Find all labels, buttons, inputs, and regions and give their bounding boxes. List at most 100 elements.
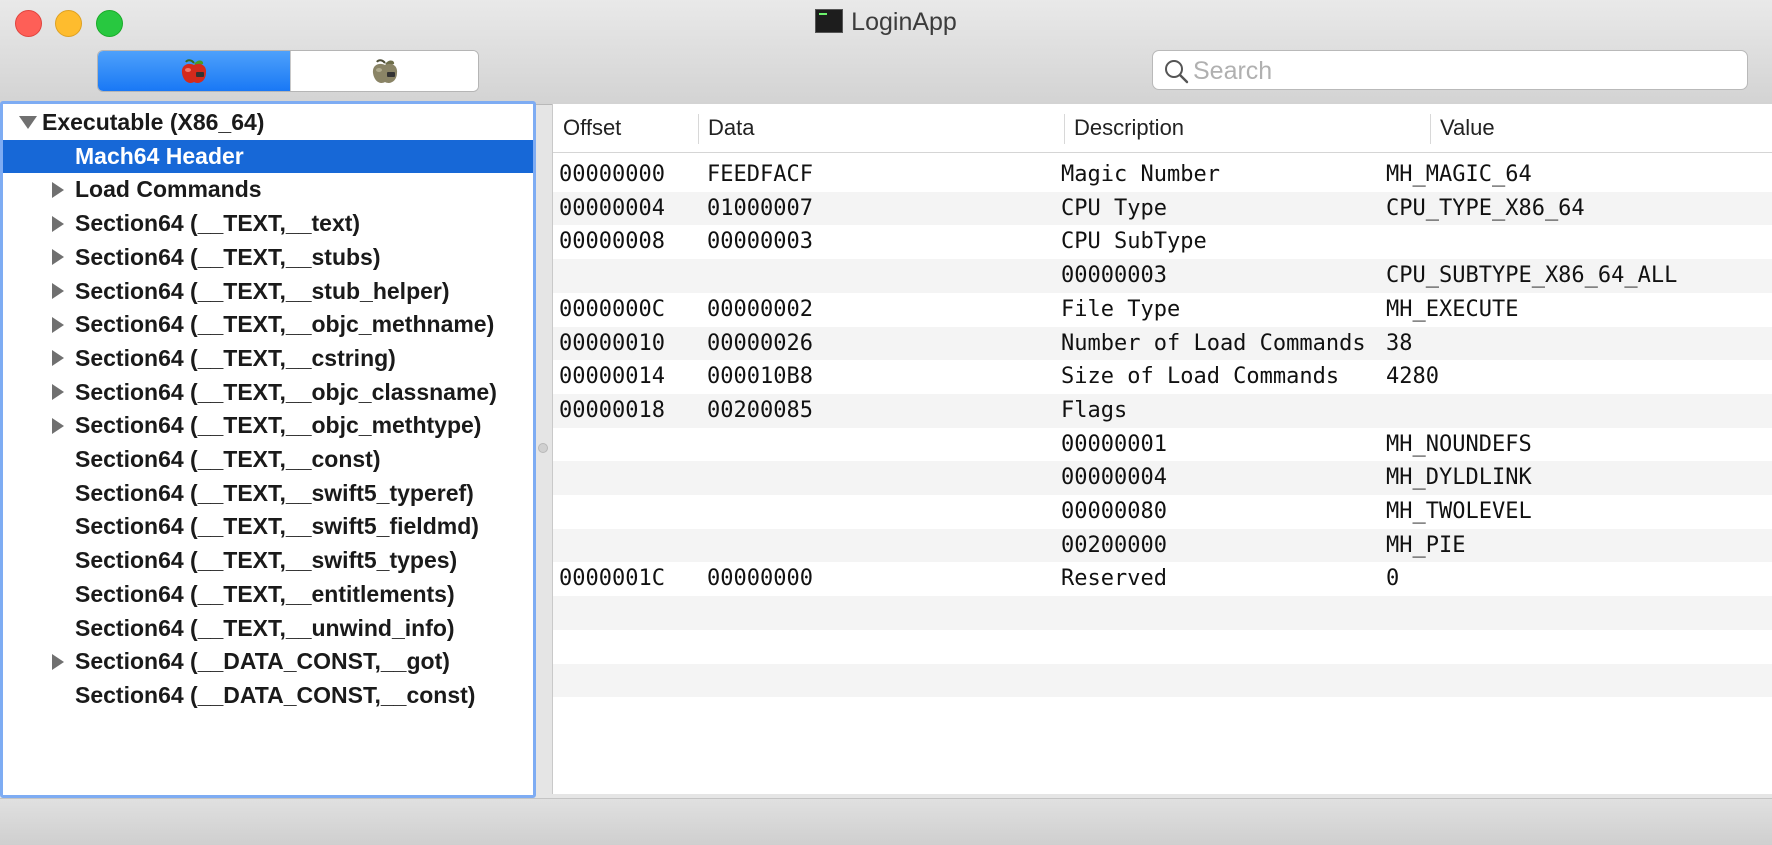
disclosure-collapsed-icon[interactable] — [49, 645, 67, 678]
outline-item-label: Section64 (__TEXT,__const) — [75, 446, 381, 472]
table-row[interactable]: 00000018 00200085 Flags — [553, 393, 1772, 428]
empty-table-row[interactable] — [553, 596, 1772, 630]
table-row[interactable]: 0000001C 00000000 Reserved 0 — [553, 562, 1772, 596]
disclosure-collapsed-icon[interactable] — [49, 342, 67, 375]
cell-value: MH_NOUNDEFS — [1386, 431, 1532, 457]
outline-item[interactable]: Section64 (__TEXT,__unwind_info) — [3, 612, 533, 645]
disclosure-collapsed-icon[interactable] — [49, 376, 67, 409]
triangle-right-icon — [52, 283, 64, 299]
column-header-data[interactable]: Data — [698, 104, 1064, 152]
disclosure-collapsed-icon[interactable] — [49, 207, 67, 240]
triangle-right-icon — [52, 181, 64, 198]
outline-item[interactable]: Section64 (__TEXT,__text) — [3, 207, 533, 240]
outline-item[interactable]: Section64 (__TEXT,__swift5_types) — [3, 544, 533, 577]
outline-item[interactable]: Load Commands — [3, 173, 533, 206]
outline-item-label: Section64 (__TEXT,__swift5_fieldmd) — [75, 513, 479, 540]
status-bar — [0, 798, 1772, 845]
outline-item[interactable]: Section64 (__TEXT,__entitlements) — [3, 578, 533, 611]
outline-item[interactable]: Section64 (__TEXT,__cstring) — [3, 342, 533, 375]
outline-item[interactable]: Section64 (__TEXT,__objc_methtype) — [3, 409, 533, 442]
triangle-right-icon — [52, 249, 64, 266]
disclosure-collapsed-icon[interactable] — [49, 241, 67, 274]
segment-red-apple[interactable] — [98, 51, 290, 91]
cell-description: 00000003 — [1061, 263, 1167, 289]
outline-item[interactable]: Section64 (__TEXT,__stub_helper) — [3, 275, 533, 308]
cell-offset: 00000014 — [559, 364, 665, 390]
search-input[interactable] — [1191, 55, 1735, 87]
outline-item[interactable]: Mach64 Header — [3, 139, 533, 173]
table-row[interactable]: 00000010 00000026 Number of Load Commands 3… — [553, 326, 1772, 361]
empty-table-row[interactable] — [553, 630, 1772, 664]
empty-table-row[interactable] — [553, 663, 1772, 698]
cell-offset: 00000000 — [559, 162, 665, 187]
table-row[interactable]: 00000004 MH_DYLDLINK — [553, 461, 1772, 495]
table-row[interactable]: 00000014 000010B8 Size of Load Commands 428… — [553, 360, 1772, 394]
empty-table-row[interactable] — [553, 697, 1772, 731]
table-row[interactable]: 00000080 MH_TWOLEVEL — [553, 495, 1772, 529]
cell-data: 00000026 — [707, 330, 813, 356]
cell-value: MH_DYLDLINK — [1386, 465, 1532, 491]
outline-item[interactable]: Section64 (__TEXT,__const) — [3, 443, 533, 476]
search-field[interactable] — [1152, 50, 1748, 90]
outline-item[interactable]: Section64 (__TEXT,__objc_classname) — [3, 376, 533, 409]
cell-data: 00000002 — [707, 296, 813, 322]
outline-item[interactable]: Section64 (__TEXT,__swift5_typeref) — [3, 477, 533, 510]
cell-description: 00200000 — [1061, 532, 1167, 558]
outline-item-label: Section64 (__DATA_CONST,__got) — [75, 648, 450, 675]
outline-item-label: Section64 (__TEXT,__stub_helper) — [75, 277, 450, 304]
outline-item-label: Section64 (__TEXT,__cstring) — [75, 344, 396, 371]
outline-item-label: Executable (X86_64) — [42, 109, 265, 135]
table-row[interactable]: 00000003 CPU_SUBTYPE_X86_64_ALL — [553, 259, 1772, 293]
table-row[interactable]: 00000008 00000003 CPU SubType — [553, 225, 1772, 259]
cell-data: 00000003 — [707, 229, 813, 255]
disclosure-collapsed-icon[interactable] — [49, 409, 67, 442]
structure-outline[interactable]: Executable (X86_64) Mach64 Header Load Com… — [0, 101, 536, 798]
cell-value: MH_PIE — [1386, 532, 1466, 558]
column-header-value[interactable]: Value — [1430, 104, 1772, 152]
cell-offset: 0000001C — [559, 566, 665, 592]
outline-item-label: Section64 (__TEXT,__objc_classname) — [75, 378, 497, 405]
disclosure-expanded-icon[interactable] — [19, 106, 37, 139]
table-row[interactable]: 00000000 FEEDFACF Magic Number MH_MAGIC_64 — [553, 158, 1772, 192]
cell-description: File Type — [1061, 296, 1181, 322]
outline-item[interactable]: Section64 (__DATA_CONST,__const) — [3, 679, 533, 712]
cell-data: 00200085 — [707, 397, 813, 423]
app-window: LoginApp Search Executable (X86_64) Mach… — [0, 0, 1772, 845]
disclosure-collapsed-icon[interactable] — [49, 308, 67, 341]
table-header: Offset Data Description Value — [553, 104, 1772, 153]
outline-item-label: Section64 (__TEXT,__swift5_typeref) — [75, 479, 474, 506]
segment-gray-apple[interactable] — [290, 51, 478, 91]
outline-item[interactable]: Section64 (__DATA_CONST,__got) — [3, 645, 533, 678]
cell-offset: 00000018 — [559, 397, 665, 423]
cell-value: 38 — [1386, 330, 1413, 356]
cell-value: MH_MAGIC_64 — [1386, 162, 1532, 187]
outline-item[interactable]: Section64 (__TEXT,__objc_methname) — [3, 308, 533, 341]
outline-item[interactable]: Section64 (__TEXT,__swift5_fieldmd) — [3, 510, 533, 543]
outline-item-label: Section64 (__DATA_CONST,__const) — [75, 681, 476, 708]
table-row[interactable]: 00000001 MH_NOUNDEFS — [553, 428, 1772, 462]
table-row[interactable]: 00200000 MH_PIE — [553, 528, 1772, 563]
view-mode-segmented-control — [97, 50, 479, 92]
cell-description: 00000004 — [1061, 465, 1167, 491]
cell-data: 01000007 — [707, 195, 813, 221]
table-row[interactable]: 00000004 01000007 CPU Type CPU_TYPE_X86_64 — [553, 191, 1772, 226]
triangle-right-icon — [52, 417, 64, 434]
disclosure-collapsed-icon[interactable] — [49, 275, 67, 308]
disclosure-collapsed-icon[interactable] — [49, 173, 67, 206]
cell-description: 00000001 — [1061, 431, 1167, 457]
cell-data: FEEDFACF — [707, 162, 813, 187]
cell-offset: 00000010 — [559, 330, 665, 356]
cell-offset: 0000000C — [559, 296, 665, 322]
cell-description: CPU SubType — [1061, 229, 1207, 255]
column-header-offset[interactable]: Offset — [553, 104, 698, 152]
outline-item[interactable]: Section64 (__TEXT,__stubs) — [3, 241, 533, 274]
table-row[interactable]: 0000000C 00000002 File Type MH_EXECUTE — [553, 293, 1772, 327]
cell-value: CPU_TYPE_X86_64 — [1386, 195, 1585, 221]
column-header-description[interactable]: Description — [1064, 104, 1430, 152]
gray-apple-icon — [372, 59, 398, 83]
split-view-handle[interactable] — [538, 443, 548, 453]
outline-item-label: Section64 (__TEXT,__objc_methtype) — [75, 412, 482, 439]
outline-item-label: Section64 (__TEXT,__swift5_types) — [75, 547, 458, 574]
outline-item-label: Load Commands — [75, 176, 262, 203]
outline-item[interactable]: Executable (X86_64) — [3, 106, 533, 139]
